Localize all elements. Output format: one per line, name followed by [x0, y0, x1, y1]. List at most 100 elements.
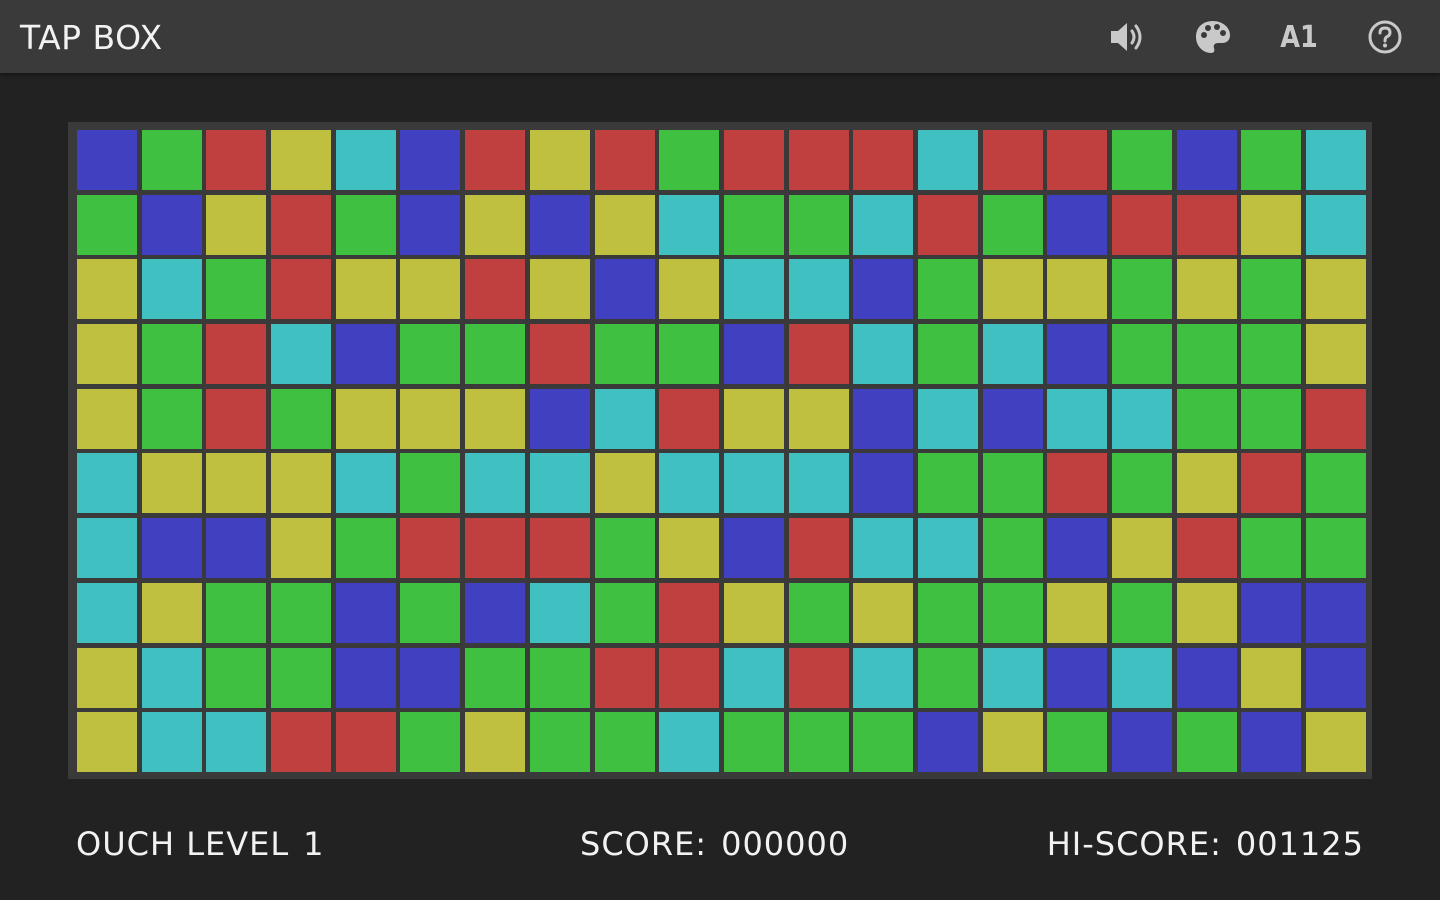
- tile-cyan[interactable]: [465, 453, 526, 514]
- tile-cyan[interactable]: [917, 130, 978, 190]
- tile-yellow[interactable]: [400, 259, 461, 320]
- tile-green[interactable]: [917, 647, 978, 708]
- tile-green[interactable]: [1241, 518, 1302, 579]
- tile-green[interactable]: [141, 324, 202, 385]
- tile-blue[interactable]: [1306, 647, 1367, 708]
- tile-green[interactable]: [1176, 712, 1237, 773]
- tile-red[interactable]: [853, 130, 914, 190]
- tile-green[interactable]: [400, 324, 461, 385]
- tile-blue[interactable]: [723, 324, 784, 385]
- tile-red[interactable]: [1241, 453, 1302, 514]
- tile-blue[interactable]: [400, 130, 461, 190]
- tile-green[interactable]: [917, 259, 978, 320]
- tile-green[interactable]: [917, 453, 978, 514]
- tile-green[interactable]: [982, 194, 1043, 255]
- tile-blue[interactable]: [335, 324, 396, 385]
- tile-blue[interactable]: [335, 647, 396, 708]
- tile-blue[interactable]: [1047, 647, 1108, 708]
- tile-green[interactable]: [271, 647, 332, 708]
- tile-green[interactable]: [335, 194, 396, 255]
- tile-yellow[interactable]: [982, 259, 1043, 320]
- tile-cyan[interactable]: [529, 453, 590, 514]
- tile-red[interactable]: [594, 130, 655, 190]
- tile-cyan[interactable]: [853, 324, 914, 385]
- tile-green[interactable]: [594, 712, 655, 773]
- tile-blue[interactable]: [1176, 130, 1237, 190]
- tile-yellow[interactable]: [529, 130, 590, 190]
- tile-green[interactable]: [594, 582, 655, 643]
- tile-red[interactable]: [788, 647, 849, 708]
- tile-blue[interactable]: [1047, 194, 1108, 255]
- tile-yellow[interactable]: [659, 518, 720, 579]
- tile-cyan[interactable]: [1112, 388, 1172, 449]
- tile-cyan[interactable]: [853, 647, 914, 708]
- tile-green[interactable]: [982, 518, 1043, 579]
- tile-red[interactable]: [465, 259, 526, 320]
- tile-green[interactable]: [1241, 130, 1302, 190]
- tile-cyan[interactable]: [723, 259, 784, 320]
- tile-red[interactable]: [1176, 518, 1237, 579]
- tile-yellow[interactable]: [1047, 259, 1108, 320]
- tile-cyan[interactable]: [1112, 647, 1172, 708]
- tile-yellow[interactable]: [271, 518, 332, 579]
- tile-yellow[interactable]: [77, 259, 137, 320]
- tile-yellow[interactable]: [206, 453, 267, 514]
- tile-red[interactable]: [271, 712, 332, 773]
- tile-blue[interactable]: [335, 582, 396, 643]
- tile-green[interactable]: [400, 712, 461, 773]
- tile-cyan[interactable]: [1306, 130, 1367, 190]
- tile-yellow[interactable]: [594, 453, 655, 514]
- tile-yellow[interactable]: [529, 259, 590, 320]
- tile-cyan[interactable]: [723, 453, 784, 514]
- tile-blue[interactable]: [594, 259, 655, 320]
- tile-yellow[interactable]: [594, 194, 655, 255]
- tile-cyan[interactable]: [77, 453, 137, 514]
- tile-yellow[interactable]: [465, 194, 526, 255]
- tile-blue[interactable]: [529, 388, 590, 449]
- tile-yellow[interactable]: [77, 324, 137, 385]
- tile-red[interactable]: [271, 259, 332, 320]
- tile-yellow[interactable]: [465, 712, 526, 773]
- tile-green[interactable]: [1176, 324, 1237, 385]
- tile-green[interactable]: [982, 582, 1043, 643]
- tile-cyan[interactable]: [659, 194, 720, 255]
- tile-green[interactable]: [1176, 388, 1237, 449]
- tile-blue[interactable]: [141, 518, 202, 579]
- tile-green[interactable]: [206, 582, 267, 643]
- tile-yellow[interactable]: [1176, 259, 1237, 320]
- tile-yellow[interactable]: [1176, 582, 1237, 643]
- tile-green[interactable]: [723, 712, 784, 773]
- tile-red[interactable]: [465, 130, 526, 190]
- tile-blue[interactable]: [400, 647, 461, 708]
- tile-green[interactable]: [1112, 582, 1172, 643]
- tile-green[interactable]: [141, 130, 202, 190]
- tile-cyan[interactable]: [659, 453, 720, 514]
- tile-cyan[interactable]: [141, 647, 202, 708]
- tile-cyan[interactable]: [788, 453, 849, 514]
- tile-green[interactable]: [788, 582, 849, 643]
- tile-green[interactable]: [335, 518, 396, 579]
- speaker-icon[interactable]: [1104, 14, 1150, 60]
- tile-blue[interactable]: [1112, 712, 1172, 773]
- tile-blue[interactable]: [1047, 324, 1108, 385]
- tile-red[interactable]: [400, 518, 461, 579]
- tile-yellow[interactable]: [141, 453, 202, 514]
- tile-green[interactable]: [1112, 130, 1172, 190]
- tile-cyan[interactable]: [917, 388, 978, 449]
- tile-green[interactable]: [853, 712, 914, 773]
- tile-green[interactable]: [594, 518, 655, 579]
- tile-red[interactable]: [917, 194, 978, 255]
- tile-green[interactable]: [594, 324, 655, 385]
- tile-cyan[interactable]: [77, 582, 137, 643]
- tile-yellow[interactable]: [982, 712, 1043, 773]
- tile-green[interactable]: [529, 712, 590, 773]
- tile-cyan[interactable]: [77, 518, 137, 579]
- tile-yellow[interactable]: [1112, 518, 1172, 579]
- tile-green[interactable]: [206, 647, 267, 708]
- tile-green[interactable]: [1306, 453, 1367, 514]
- tile-blue[interactable]: [206, 518, 267, 579]
- tile-yellow[interactable]: [788, 388, 849, 449]
- tile-yellow[interactable]: [1241, 647, 1302, 708]
- tile-blue[interactable]: [141, 194, 202, 255]
- tile-blue[interactable]: [853, 259, 914, 320]
